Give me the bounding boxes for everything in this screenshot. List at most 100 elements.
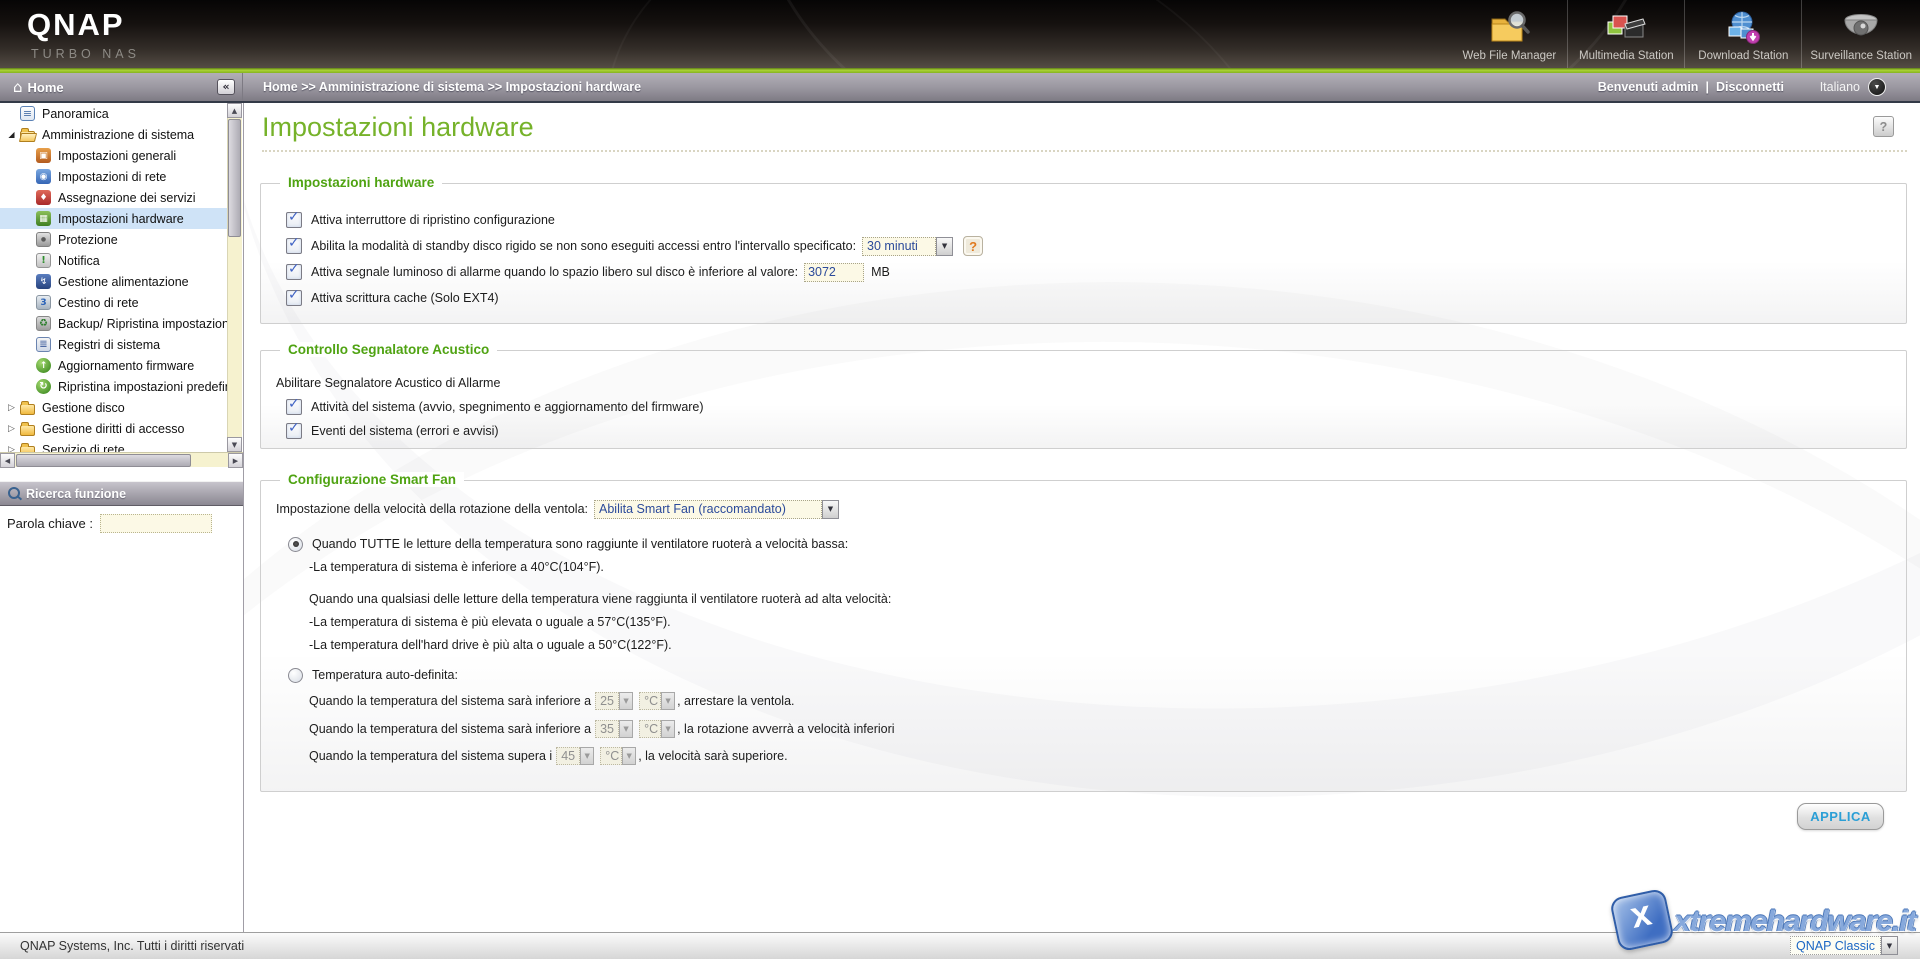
system-logs-icon xyxy=(36,337,51,352)
station-label: Multimedia Station xyxy=(1579,50,1674,62)
chevron-down-icon xyxy=(619,720,633,738)
checkbox-checked-icon[interactable] xyxy=(286,212,302,228)
network-settings-icon xyxy=(36,169,51,184)
surveillance-station-button[interactable]: Surveillance Station xyxy=(1801,0,1920,68)
navigation-tree: Panoramica Amministrazione di sistema Im… xyxy=(0,103,227,452)
section-legend: Configurazione Smart Fan xyxy=(280,472,464,487)
sidebar-item-amministrazione-di-sistema[interactable]: Amministrazione di sistema xyxy=(0,124,227,145)
tree-expander-icon[interactable] xyxy=(6,402,17,414)
sidebar-item-backup-ripristina-impostazioni[interactable]: Backup/ Ripristina impostazioni xyxy=(0,313,227,334)
scroll-right-button[interactable] xyxy=(228,453,243,468)
radio-selected-icon[interactable] xyxy=(288,537,303,552)
sidebar-item-ripristina-impostazioni-predefinite[interactable]: Ripristina impostazioni predefinite xyxy=(0,376,227,397)
high-speed-temp-select[interactable]: 45 xyxy=(556,747,594,765)
system-operations-row: Attività del sistema (avvio, spegnimento… xyxy=(286,397,704,417)
smart-fan-note: -La temperatura di sistema è più elevata… xyxy=(309,612,671,632)
sidebar-panel-title: Home xyxy=(28,80,64,95)
surveillance-station-icon xyxy=(1840,9,1882,47)
chevron-down-icon xyxy=(661,720,675,738)
chevron-down-icon xyxy=(936,237,953,256)
sidebar-item-protezione[interactable]: Protezione xyxy=(0,229,227,250)
sidebar-item-gestione-disco[interactable]: Gestione disco xyxy=(0,397,227,418)
stop-fan-temp-select[interactable]: 25 xyxy=(595,692,633,710)
standby-help-icon[interactable]: ? xyxy=(963,236,983,256)
sidebar-item-impostazioni-generali[interactable]: Impostazioni generali xyxy=(0,145,227,166)
checkbox-checked-icon[interactable] xyxy=(286,264,302,280)
sidebar-item-gestione-diritti-di-accesso[interactable]: Gestione diritti di accesso xyxy=(0,418,227,439)
chevron-down-icon xyxy=(580,747,594,765)
logout-link[interactable]: Disconnetti xyxy=(1716,80,1784,94)
user-area: Benvenuti admin | Disconnetti xyxy=(1598,73,1784,101)
header-swoosh-decoration xyxy=(535,0,1360,68)
collapse-sidebar-button[interactable] xyxy=(217,79,235,95)
folder-open-icon xyxy=(20,131,35,142)
sidebar-item-aggiornamento-firmware[interactable]: Aggiornamento firmware xyxy=(0,355,227,376)
skin-select[interactable]: QNAP Classic xyxy=(1790,936,1898,955)
multimedia-station-button[interactable]: Multimedia Station xyxy=(1567,0,1684,68)
low-speed-unit-select[interactable]: °C xyxy=(639,720,675,738)
scroll-down-button[interactable] xyxy=(227,437,242,452)
high-speed-unit-select[interactable]: °C xyxy=(600,747,636,765)
language-dropdown-icon[interactable] xyxy=(1868,78,1886,96)
sidebar-item-gestione-alimentazione[interactable]: Gestione alimentazione xyxy=(0,271,227,292)
sidebar-item-notifica[interactable]: Notifica xyxy=(0,250,227,271)
sidebar: Panoramica Amministrazione di sistema Im… xyxy=(0,103,244,932)
multimedia-station-icon xyxy=(1605,9,1647,47)
footer: QNAP Systems, Inc. Tutti i diritti riser… xyxy=(0,932,1920,959)
function-search-panel-header[interactable]: Ricerca funzione xyxy=(0,481,243,506)
smart-fan-radio-row: Quando TUTTE le letture della temperatur… xyxy=(288,534,848,554)
smart-fan-section: Configurazione Smart Fan Impostazione de… xyxy=(260,480,1907,792)
title-divider xyxy=(262,150,1907,152)
scroll-up-button[interactable] xyxy=(227,103,242,118)
web-file-manager-button[interactable]: Web File Manager xyxy=(1451,0,1567,68)
tree-horizontal-scrollbar[interactable] xyxy=(0,452,243,467)
scroll-left-button[interactable] xyxy=(0,453,15,468)
tree-expander-icon[interactable] xyxy=(6,129,17,141)
sidebar-item-impostazioni-di-rete[interactable]: Impostazioni di rete xyxy=(0,166,227,187)
vertical-scroll-thumb[interactable] xyxy=(228,119,241,237)
language-area: Italiano xyxy=(1820,73,1886,101)
custom-temp-row: Quando la temperatura del sistema supera… xyxy=(309,746,788,766)
restore-defaults-icon xyxy=(36,379,51,394)
service-binding-icon xyxy=(36,190,51,205)
low-speed-temp-select[interactable]: 35 xyxy=(595,720,633,738)
apply-button[interactable]: APPLICA xyxy=(1797,803,1884,830)
sidebar-item-panoramica[interactable]: Panoramica xyxy=(0,103,227,124)
keyword-row: Parola chiave : xyxy=(7,514,212,533)
chevron-down-icon xyxy=(622,747,636,765)
keyword-label: Parola chiave : xyxy=(7,516,93,531)
tree-expander-icon[interactable] xyxy=(6,444,17,453)
chevron-down-icon xyxy=(822,500,839,519)
divider-text: | xyxy=(1705,80,1709,94)
checkbox-checked-icon[interactable] xyxy=(286,423,302,439)
tree-expander-icon[interactable] xyxy=(6,423,17,435)
sidebar-item-registri-di-sistema[interactable]: Registri di sistema xyxy=(0,334,227,355)
checkbox-checked-icon[interactable] xyxy=(286,238,302,254)
fan-mode-select[interactable]: Abilita Smart Fan (raccomandato) xyxy=(594,500,839,519)
tree-vertical-scrollbar[interactable] xyxy=(227,103,242,452)
keyword-input[interactable] xyxy=(100,514,212,533)
horizontal-scroll-thumb[interactable] xyxy=(16,454,191,467)
stop-fan-unit-select[interactable]: °C xyxy=(639,692,675,710)
help-icon[interactable]: ? xyxy=(1873,116,1894,137)
page-title: Impostazioni hardware xyxy=(262,112,534,143)
home-icon: ⌂ xyxy=(13,80,23,95)
radio-unselected-icon[interactable] xyxy=(288,668,303,683)
fan-speed-label: Impostazione della velocità della rotazi… xyxy=(276,502,588,516)
standby-interval-select[interactable]: 30 minuti xyxy=(862,237,953,256)
web-file-manager-icon xyxy=(1488,9,1530,47)
sidebar-item-cestino-di-rete[interactable]: Cestino di rete xyxy=(0,292,227,313)
checkbox-checked-icon[interactable] xyxy=(286,290,302,306)
download-station-button[interactable]: Download Station xyxy=(1684,0,1801,68)
reset-switch-row: Attiva interruttore di ripristino config… xyxy=(286,210,555,230)
radio-label: Temperatura auto-definita: xyxy=(312,668,458,682)
skin-value: QNAP Classic xyxy=(1790,936,1881,955)
download-station-icon xyxy=(1722,9,1764,47)
sidebar-item-servizio-di-rete[interactable]: Servizio di rete xyxy=(0,439,227,452)
checkbox-label: Eventi del sistema (errori e avvisi) xyxy=(311,424,499,438)
sidebar-item-assegnazione-dei-servizi[interactable]: Assegnazione dei servizi xyxy=(0,187,227,208)
sidebar-item-impostazioni-hardware[interactable]: Impostazioni hardware xyxy=(0,208,227,229)
checkbox-checked-icon[interactable] xyxy=(286,399,302,415)
disk-space-input[interactable] xyxy=(804,263,864,282)
write-cache-row: Attiva scrittura cache (Solo EXT4) xyxy=(286,288,499,308)
